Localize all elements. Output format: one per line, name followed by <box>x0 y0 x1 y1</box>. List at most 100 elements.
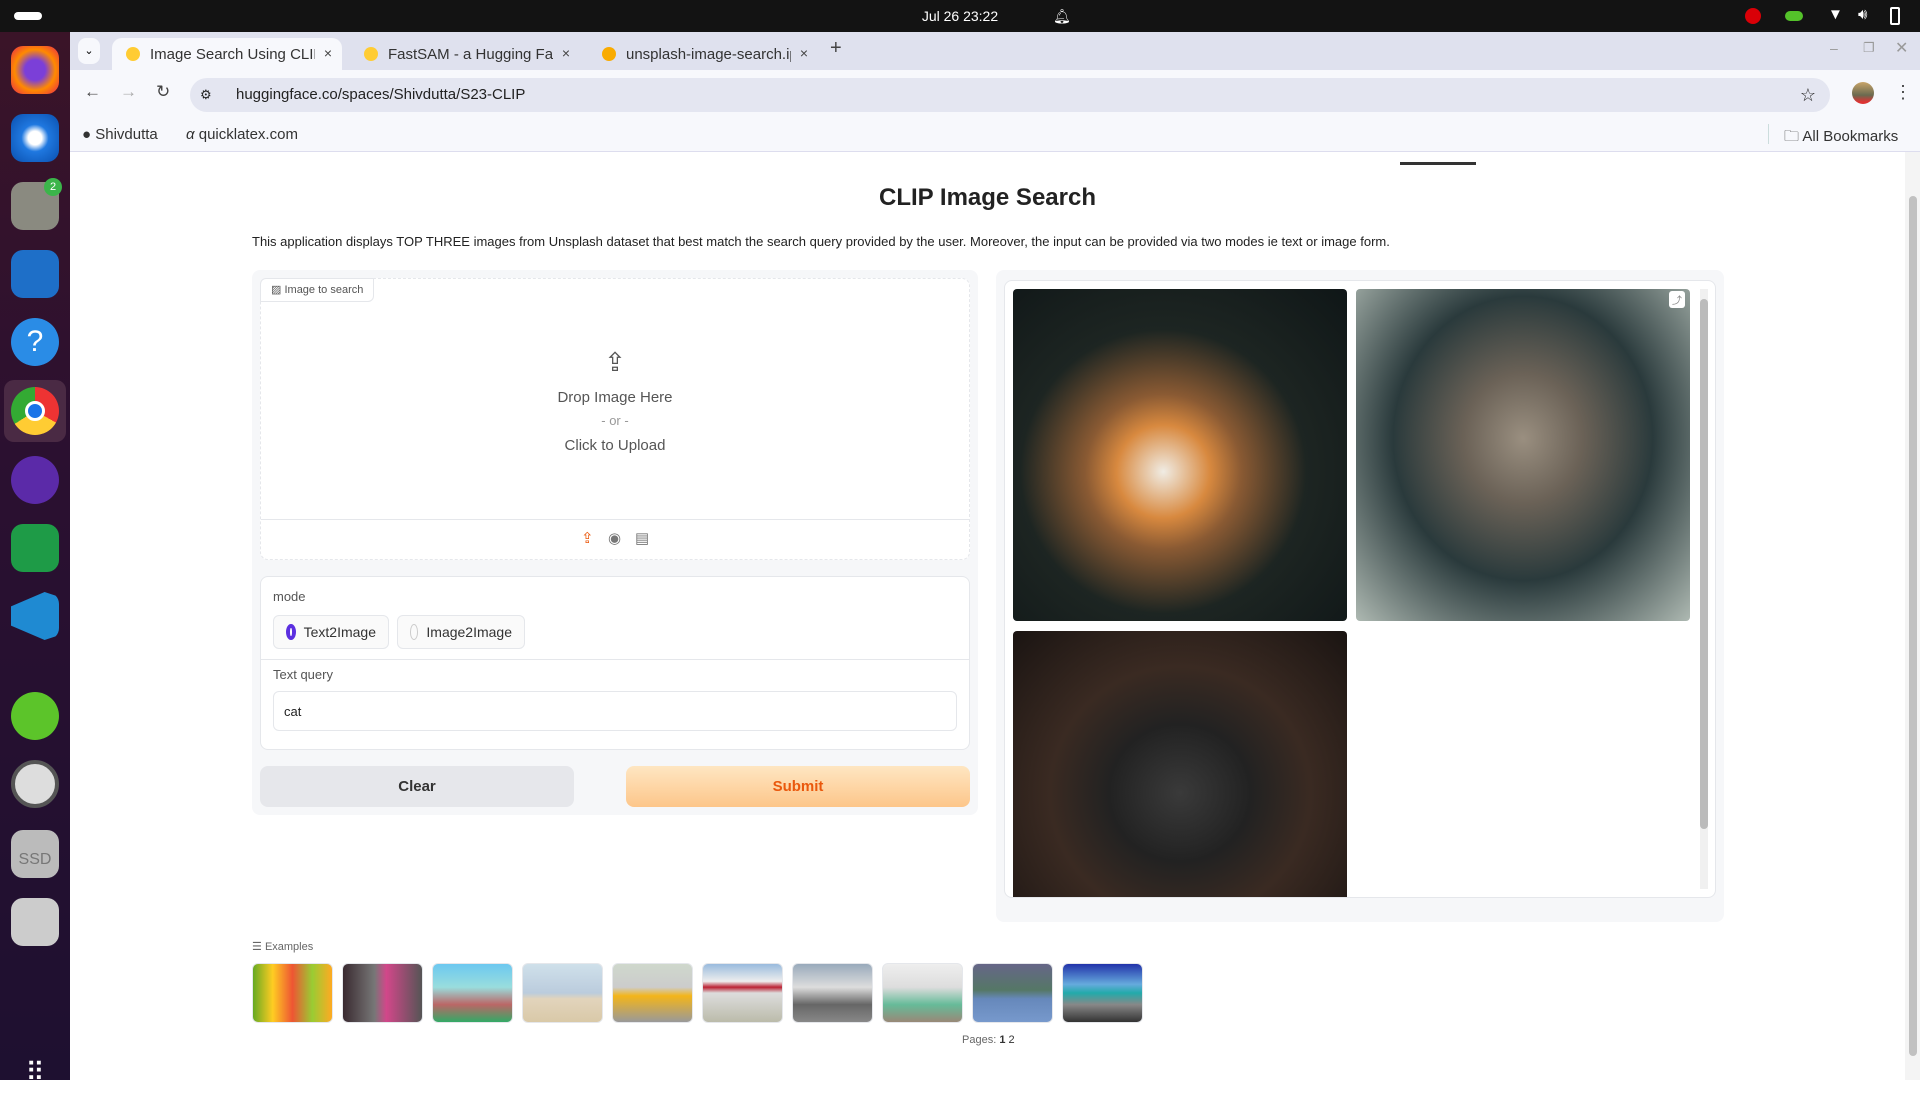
example-bridge[interactable] <box>792 963 873 1023</box>
image-upload-dropzone[interactable]: ▨ Image to search ⇪ Drop Image Here - or… <box>260 278 970 560</box>
software-updater-icon[interactable] <box>11 760 59 808</box>
vscode-icon[interactable] <box>11 592 59 640</box>
submit-button[interactable]: Submit <box>626 766 970 807</box>
bookmark-label: quicklatex.com <box>198 126 298 143</box>
tab-label: unsplash-image-search.ipynb <box>626 45 791 63</box>
bookmark-shivdutta[interactable]: ● Shivdutta <box>82 126 158 143</box>
tab-close-icon[interactable]: × <box>562 45 570 61</box>
page-description: This application displays TOP THREE imag… <box>252 234 1390 249</box>
profile-avatar[interactable] <box>1852 82 1874 104</box>
forward-button[interactable]: → <box>120 82 137 102</box>
gallery-scrollbar[interactable] <box>1700 289 1708 889</box>
or-text: - or - <box>601 413 629 428</box>
radio-image2image[interactable]: Image2Image <box>397 615 525 649</box>
tab-close-icon[interactable]: × <box>800 45 808 61</box>
activities-button[interactable] <box>14 12 42 20</box>
result-image-black-cat[interactable] <box>1013 631 1347 897</box>
address-bar[interactable]: ⚙ huggingface.co/spaces/Shivdutta/S23-CL… <box>190 78 1830 112</box>
close-window-button[interactable]: ✕ <box>1895 38 1908 58</box>
menu-kebab-icon[interactable]: ⋮ <box>1894 82 1912 103</box>
radio-dot <box>410 624 419 640</box>
folder-icon: 🗀 <box>1784 128 1800 145</box>
minimize-button[interactable]: – <box>1830 40 1838 56</box>
example-tunnel[interactable] <box>882 963 963 1023</box>
new-tab-button[interactable]: + <box>830 37 842 60</box>
radio-text2image[interactable]: Text2Image <box>273 615 389 649</box>
example-coast-road[interactable] <box>1062 963 1143 1023</box>
clipboard-source-icon[interactable]: ▤ <box>635 529 649 547</box>
clear-button[interactable]: Clear <box>260 766 574 807</box>
back-button[interactable]: ← <box>84 82 101 102</box>
webcam-source-icon[interactable]: ◉ <box>608 529 621 547</box>
divider <box>261 519 969 520</box>
label-text: Image to search <box>284 284 364 296</box>
trash-icon[interactable] <box>11 898 59 946</box>
battery-icon[interactable] <box>1890 7 1900 25</box>
page-2-link[interactable]: 2 <box>1009 1034 1015 1046</box>
ssd-drive-icon[interactable]: SSD <box>11 830 59 878</box>
example-dog-beach[interactable] <box>522 963 603 1023</box>
firefox-icon[interactable] <box>11 46 59 94</box>
upload-icon: ⇪ <box>604 347 626 377</box>
all-bookmarks-button[interactable]: 🗀 All Bookmarks <box>1784 126 1898 151</box>
page-1-link[interactable]: 1 <box>999 1034 1005 1046</box>
results-panel: ⤴ <box>996 270 1724 922</box>
mega-icon[interactable] <box>1745 8 1761 24</box>
tab-close-icon[interactable]: × <box>324 45 332 61</box>
gallery-scrollbar-thumb[interactable] <box>1700 299 1708 829</box>
tab-label: FastSAM - a Hugging Face <box>388 45 553 63</box>
example-taxi[interactable] <box>612 963 693 1023</box>
results-gallery: ⤴ <box>1004 280 1716 898</box>
radio-dot-selected <box>286 624 296 640</box>
bookmark-star-icon[interactable]: ☆ <box>1800 78 1816 112</box>
help-icon[interactable]: ? <box>11 318 59 366</box>
example-fruits[interactable] <box>252 963 333 1023</box>
page-scrollbar[interactable] <box>1905 152 1920 1080</box>
restore-button[interactable]: ❐ <box>1863 40 1875 56</box>
writer-icon[interactable] <box>11 250 59 298</box>
github-icon: ● <box>82 126 92 143</box>
chrome-icon[interactable] <box>11 387 59 435</box>
radio-label: Text2Image <box>303 624 376 640</box>
site-info-icon[interactable]: ⚙ <box>200 78 212 112</box>
tab-search-chevron-icon[interactable]: ⌄ <box>78 38 100 64</box>
example-flower[interactable] <box>342 963 423 1023</box>
image-input-label: ▨ Image to search <box>260 278 375 302</box>
examples-pagination: Pages: 1 2 <box>962 1034 1015 1046</box>
bookmark-quicklatex[interactable]: α quicklatex.com <box>186 126 298 143</box>
example-building[interactable] <box>702 963 783 1023</box>
tab-image-search[interactable]: Image Search Using CLIP × <box>112 38 342 70</box>
browser-toolbar: ← → ↻ ⚙ huggingface.co/spaces/Shivdutta/… <box>70 70 1920 118</box>
text-query-input[interactable]: cat <box>273 691 957 731</box>
files-badge: 2 <box>44 178 62 196</box>
upload-source-icon[interactable]: ⇪ <box>581 529 594 547</box>
hf-favicon-icon <box>126 47 140 61</box>
input-panel: ▨ Image to search ⇪ Drop Image Here - or… <box>252 270 978 815</box>
result-image-tabby-cat[interactable] <box>1356 289 1690 621</box>
thunderbird-icon[interactable] <box>11 114 59 162</box>
radio-label: Image2Image <box>426 624 512 640</box>
wifi-icon[interactable]: ▼ <box>1828 6 1843 23</box>
page-title: CLIP Image Search <box>879 184 1096 211</box>
podcast-icon[interactable] <box>11 456 59 504</box>
system-top-bar: Jul 26 23:22 🔔︎ ▼ 🔊︎ <box>0 0 1920 32</box>
volume-icon[interactable]: 🔊︎ <box>1858 6 1867 23</box>
tab-fastsam[interactable]: FastSAM - a Hugging Face × <box>350 38 580 70</box>
page-content: CLIP Image Search This application displ… <box>70 152 1905 1080</box>
clock[interactable]: Jul 26 23:22 <box>880 0 1040 32</box>
cloud-app-icon[interactable] <box>11 692 59 740</box>
example-cathedral[interactable] <box>432 963 513 1023</box>
dock: 2 ? SSD ⠿ <box>0 32 70 1087</box>
mode-label: mode <box>273 589 306 604</box>
result-image-orange-cat[interactable] <box>1013 289 1347 621</box>
show-apps-icon[interactable]: ⠿ <box>11 1048 59 1096</box>
calc-icon[interactable] <box>11 524 59 572</box>
cloud-sync-icon[interactable] <box>1785 11 1803 21</box>
examples-label: Examples <box>264 941 314 953</box>
example-sailboat[interactable] <box>972 963 1053 1023</box>
share-icon[interactable]: ⤴ <box>1669 291 1685 308</box>
image-icon: ▨ <box>271 284 282 296</box>
reload-button[interactable]: ↻ <box>156 82 170 102</box>
tab-colab[interactable]: unsplash-image-search.ipynb × <box>588 38 818 70</box>
page-scrollbar-thumb[interactable] <box>1909 196 1917 1056</box>
